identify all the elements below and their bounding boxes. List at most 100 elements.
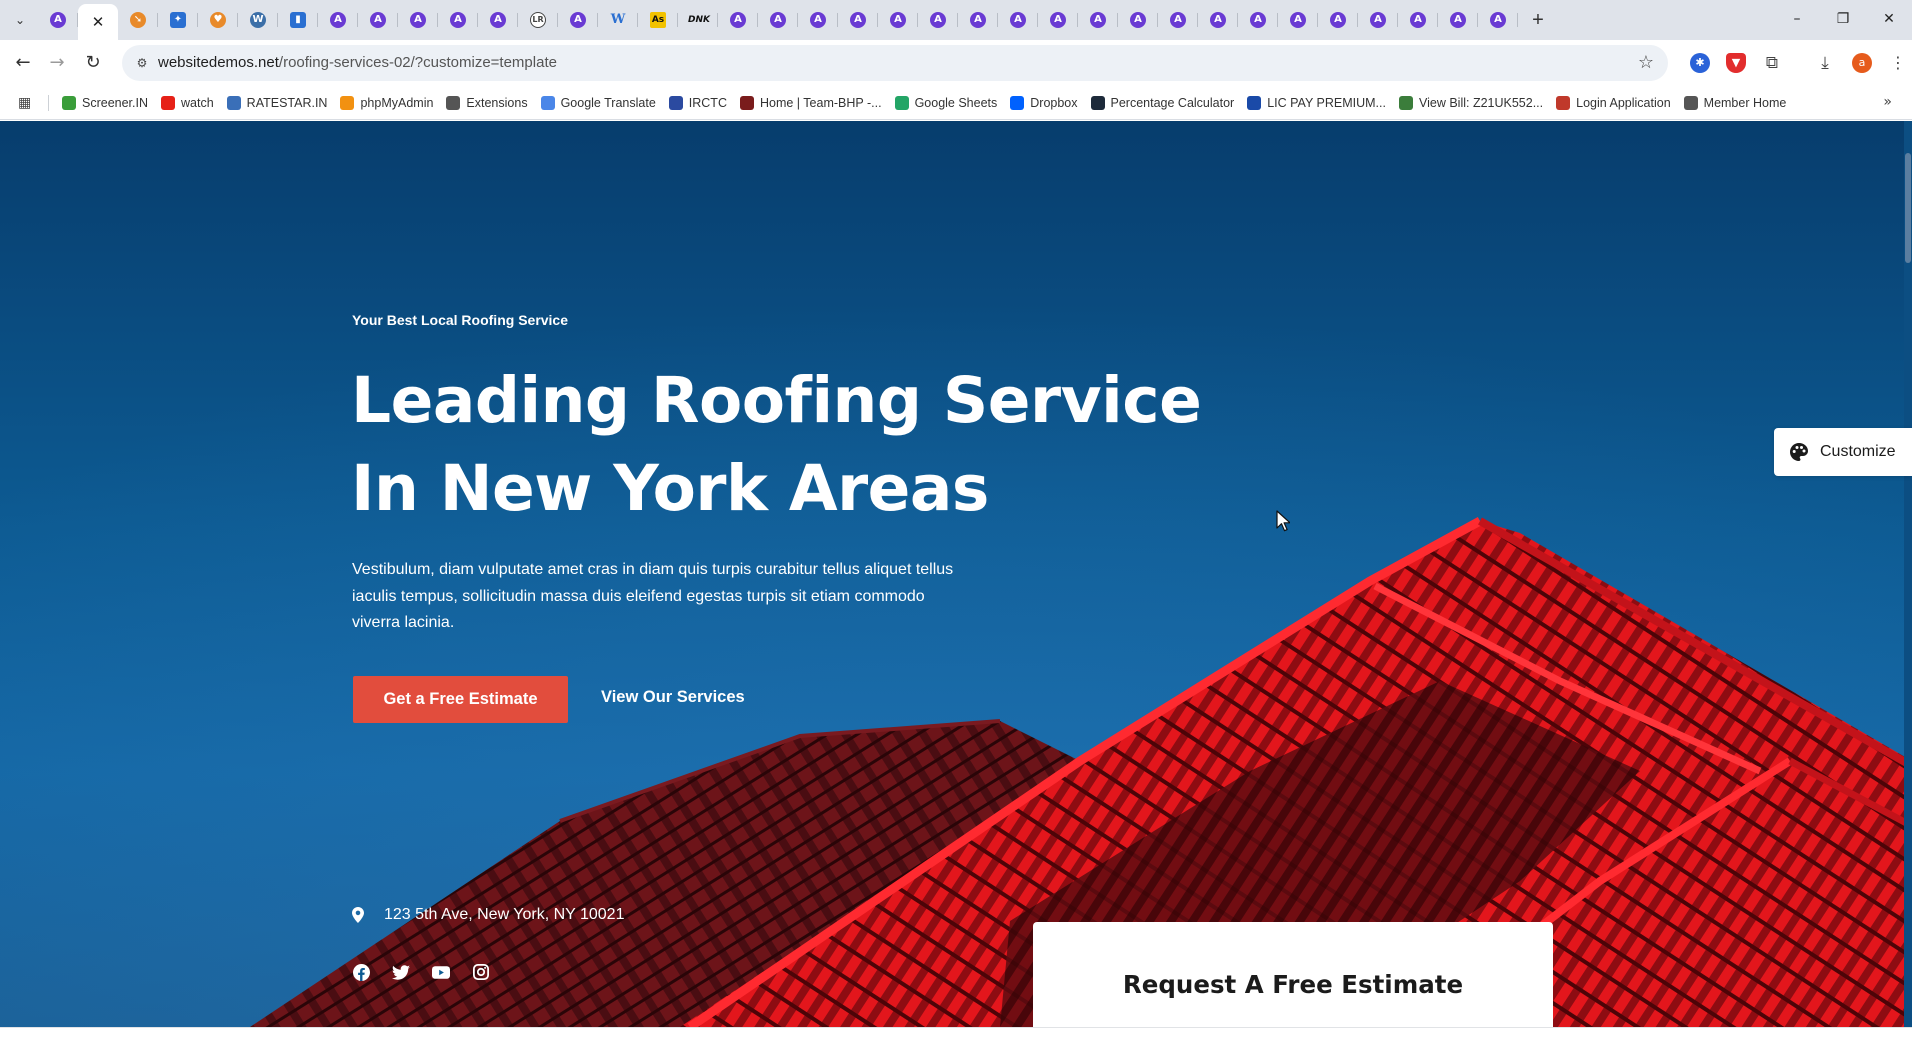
browser-menu-icon[interactable]: ⋮ xyxy=(1888,53,1908,73)
estimate-form-title: Request A Free Estimate xyxy=(1122,970,1464,999)
tab-astra-27[interactable]: A xyxy=(1478,4,1518,36)
tab-doc[interactable]: ▮ xyxy=(278,4,318,36)
profile-avatar[interactable]: a xyxy=(1852,53,1872,73)
reload-button[interactable]: ↻ xyxy=(78,48,108,78)
url-text[interactable]: websitedemos.net/roofing-services-02/?cu… xyxy=(158,54,557,71)
twitter-icon[interactable] xyxy=(392,963,410,981)
tab-astra-2[interactable]: A xyxy=(318,4,358,36)
tab-astra-5[interactable]: A xyxy=(438,4,478,36)
address-bar[interactable]: ⚙ websitedemos.net/roofing-services-02/?… xyxy=(122,45,1668,81)
restore-button[interactable]: ❐ xyxy=(1820,0,1866,40)
download-icon[interactable]: ⤓ xyxy=(1815,53,1835,73)
bookmark-item[interactable]: Login Application xyxy=(1556,96,1671,110)
tab-astra-8[interactable]: A xyxy=(718,4,758,36)
bookmark-item[interactable]: IRCTC xyxy=(668,96,727,110)
tab-lr[interactable]: LR xyxy=(518,4,558,36)
tab-astra-18[interactable]: A xyxy=(1118,4,1158,36)
page-scrollbar[interactable] xyxy=(1904,121,1912,1027)
tab-astra-24[interactable]: A xyxy=(1358,4,1398,36)
bookmark-label: Google Sheets xyxy=(914,96,998,110)
tab-astra-21[interactable]: A xyxy=(1238,4,1278,36)
tab-hearts[interactable]: ♥ xyxy=(198,4,238,36)
tab-wordpress[interactable]: W xyxy=(238,4,278,36)
tab-search-button[interactable]: ⌄ xyxy=(10,10,30,30)
astra-icon: A xyxy=(450,12,466,28)
tab-as[interactable]: As xyxy=(638,4,678,36)
tab-active[interactable]: ✕ xyxy=(78,4,118,40)
tab-wikipedia[interactable]: W xyxy=(598,4,638,36)
customize-button[interactable]: Customize xyxy=(1774,428,1912,476)
bookmark-item[interactable]: Dropbox xyxy=(1010,96,1078,110)
tab-astra-12[interactable]: A xyxy=(878,4,918,36)
tab-astra-13[interactable]: A xyxy=(918,4,958,36)
tab-astra-20[interactable]: A xyxy=(1198,4,1238,36)
tab-astra-4[interactable]: A xyxy=(398,4,438,36)
bookmark-item[interactable]: Extensions xyxy=(446,96,528,110)
forward-button[interactable]: → xyxy=(42,48,72,78)
extension-shield-icon[interactable]: ▼ xyxy=(1726,53,1746,73)
tab-ext[interactable]: ➘ xyxy=(118,4,158,36)
tab-astra-26[interactable]: A xyxy=(1438,4,1478,36)
url-host: websitedemos.net xyxy=(158,54,279,71)
view-our-services-link[interactable]: View Our Services xyxy=(601,688,745,707)
scrollbar-thumb[interactable] xyxy=(1905,153,1911,263)
hero-eyebrow: Your Best Local Roofing Service xyxy=(352,312,569,328)
tab-astra-19[interactable]: A xyxy=(1158,4,1198,36)
tab-astra-11[interactable]: A xyxy=(838,4,878,36)
tab-astra-10[interactable]: A xyxy=(798,4,838,36)
bookmark-item[interactable]: Google Translate xyxy=(540,96,656,110)
get-free-estimate-button[interactable]: Get a Free Estimate xyxy=(353,676,568,723)
bookmark-item[interactable]: Member Home xyxy=(1683,96,1786,110)
bookmark-item[interactable]: watch xyxy=(161,96,214,110)
astra-icon: A xyxy=(1130,12,1146,28)
estimate-form-card: Request A Free Estimate xyxy=(1033,922,1553,1027)
bookmarks-divider xyxy=(48,95,49,111)
sheets-icon xyxy=(894,96,909,110)
tab-astra-17[interactable]: A xyxy=(1078,4,1118,36)
tab-astra-14[interactable]: A xyxy=(958,4,998,36)
astra-icon: A xyxy=(330,12,346,28)
window-controls: – ❐ ✕ xyxy=(1774,0,1912,40)
close-tab-icon[interactable]: ✕ xyxy=(92,13,105,31)
translate-icon xyxy=(540,96,555,110)
tab-astra-7[interactable]: A xyxy=(558,4,598,36)
bookmark-item[interactable]: View Bill: Z21UK552... xyxy=(1398,96,1543,110)
bookmarks-overflow-icon[interactable]: » xyxy=(1883,94,1892,110)
tab-astra-15[interactable]: A xyxy=(998,4,1038,36)
bookmark-item[interactable]: LIC PAY PREMIUM... xyxy=(1247,96,1386,110)
close-window-button[interactable]: ✕ xyxy=(1866,0,1912,40)
tab-astra-9[interactable]: A xyxy=(758,4,798,36)
minimize-button[interactable]: – xyxy=(1774,0,1820,40)
apps-grid-icon[interactable]: ▦ xyxy=(18,94,34,110)
bookmark-item[interactable]: phpMyAdmin xyxy=(340,96,433,110)
bookmark-label: Screener.IN xyxy=(82,96,149,110)
astra-icon: A xyxy=(850,12,866,28)
facebook-icon[interactable] xyxy=(352,963,370,981)
tab-astra-25[interactable]: A xyxy=(1398,4,1438,36)
bookmark-star-icon[interactable]: ☆ xyxy=(1638,52,1654,73)
extension-globe-icon[interactable]: ✱ xyxy=(1690,53,1710,73)
bookmark-item[interactable]: Home | Team-BHP -... xyxy=(739,96,882,110)
tab-astra-6[interactable]: A xyxy=(478,4,518,36)
tab-astra-22[interactable]: A xyxy=(1278,4,1318,36)
lr-icon: LR xyxy=(530,12,546,28)
extensions-puzzle-icon[interactable]: ⧉ xyxy=(1762,53,1782,73)
page-bottom-edge xyxy=(0,1027,1912,1040)
tab-astra-23[interactable]: A xyxy=(1318,4,1358,36)
bookmark-item[interactable]: RATESTAR.IN xyxy=(226,96,327,110)
tab-bird[interactable]: ✦ xyxy=(158,4,198,36)
tab-astra-16[interactable]: A xyxy=(1038,4,1078,36)
bookmark-item[interactable]: Screener.IN xyxy=(62,96,148,110)
instagram-icon[interactable] xyxy=(472,963,490,981)
tab-astra-3[interactable]: A xyxy=(358,4,398,36)
new-tab-button[interactable]: + xyxy=(1524,6,1552,34)
site-info-icon[interactable]: ⚙ xyxy=(132,53,152,73)
astra-icon: A xyxy=(1050,12,1066,28)
tab-astra-1[interactable]: A xyxy=(38,4,78,36)
youtube-icon[interactable] xyxy=(432,963,450,981)
tab-dnk[interactable]: DNK xyxy=(678,4,718,36)
bookmark-item[interactable]: Google Sheets xyxy=(894,96,998,110)
back-button[interactable]: ← xyxy=(8,48,38,78)
lic-icon xyxy=(1247,96,1262,110)
bookmark-item[interactable]: Percentage Calculator xyxy=(1090,96,1234,110)
